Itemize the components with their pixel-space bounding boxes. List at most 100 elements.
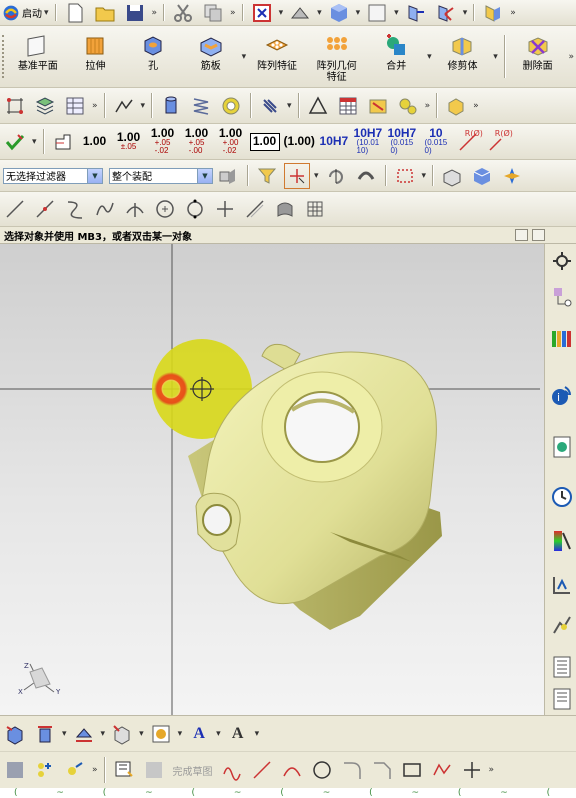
check-icon[interactable] [2, 129, 28, 155]
snap-point-icon[interactable] [284, 162, 310, 189]
extrude-button[interactable]: 拉伸 [67, 29, 125, 85]
more-sketch-icon[interactable]: » [92, 765, 98, 775]
open-folder-icon[interactable] [92, 0, 118, 26]
dim-basic[interactable]: 1.00 [249, 132, 280, 151]
visualization-button[interactable] [548, 526, 575, 556]
constraint-link-icon[interactable] [62, 757, 88, 783]
hatch-dropdown-icon[interactable]: ▾ [101, 729, 106, 739]
rectangle-dropdown-icon[interactable]: ▾ [422, 171, 427, 181]
rib-dropdown-icon[interactable]: ▾ [242, 52, 247, 62]
more-toolbar1-icon[interactable]: » [510, 8, 516, 18]
delete-face-button[interactable]: 删除面 [509, 29, 567, 85]
add-constraint-icon[interactable] [32, 757, 58, 783]
base-view-icon[interactable] [109, 721, 135, 747]
curve-dropdown-icon[interactable]: ▾ [141, 101, 146, 111]
more-row3a-icon[interactable]: » [92, 101, 98, 111]
graphics-viewport[interactable]: Z X Y [0, 244, 544, 715]
annotation-icon[interactable]: A [225, 721, 251, 747]
finish-sketch-icon[interactable] [141, 757, 167, 783]
more-row3b-icon[interactable]: » [425, 101, 431, 111]
analysis-icon[interactable] [480, 0, 506, 26]
background-dropdown-icon[interactable]: ▾ [394, 8, 399, 18]
snap-dropdown-icon[interactable]: ▾ [314, 171, 319, 181]
dimension-style-icon[interactable] [50, 129, 76, 155]
grid-icon[interactable] [302, 196, 328, 222]
status-restore-button[interactable] [532, 229, 545, 241]
history-palette-button[interactable] [548, 432, 575, 462]
part-navigator-button[interactable] [548, 324, 575, 354]
sketch-icon[interactable] [111, 757, 137, 783]
radius-dim-icon[interactable]: R(Ø) [455, 129, 483, 155]
line-icon[interactable] [2, 196, 28, 222]
dim-nominal[interactable]: 1.00 [80, 127, 110, 157]
rotate-icon[interactable] [323, 163, 349, 189]
background-icon[interactable] [364, 0, 390, 26]
check-dropdown-icon[interactable]: ▾ [32, 137, 37, 147]
resource-settings-button[interactable] [548, 246, 575, 276]
arc-icon[interactable] [62, 196, 88, 222]
sketch-arc-icon[interactable] [279, 757, 305, 783]
multi-snap-icon[interactable] [499, 163, 525, 189]
section-line-icon[interactable] [32, 721, 58, 747]
dim-bilateral[interactable]: 1.00 +.05 -.02 [148, 127, 178, 157]
dim-fit-tolerance[interactable]: 10H7 (0.015 0) [387, 127, 417, 157]
unite-button[interactable]: 合并 [367, 29, 425, 85]
trim-dropdown-icon[interactable]: ▾ [493, 52, 498, 62]
scope-dropdown-icon[interactable]: ▼ [197, 168, 212, 183]
model-view[interactable]: Z X Y [0, 244, 544, 715]
cube-dropdown-icon[interactable]: ▾ [356, 8, 361, 18]
thread-icon[interactable] [257, 93, 283, 119]
web-browser-button[interactable]: i [548, 380, 575, 410]
thread-dropdown-icon[interactable]: ▾ [287, 101, 292, 111]
filter-funnel-icon[interactable] [254, 163, 280, 189]
rib-button[interactable]: 筋板 [182, 29, 240, 85]
sheet-edit-icon[interactable] [365, 93, 391, 119]
more-row3c-icon[interactable]: » [473, 101, 479, 111]
filter-settings-icon[interactable] [215, 163, 241, 189]
text-style-icon[interactable]: A [186, 721, 212, 747]
start-dropdown-icon[interactable]: ▾ [44, 8, 49, 18]
hole-button[interactable]: 孔 [124, 29, 182, 85]
spring-icon[interactable] [188, 93, 214, 119]
dim-upper[interactable]: 1.00 +.05 -.00 [182, 127, 212, 157]
assembly-navigator-button[interactable] [548, 282, 575, 312]
sketch-circle-icon[interactable] [309, 757, 335, 783]
point-icon[interactable] [212, 196, 238, 222]
dim-limit[interactable]: 10 (0.015 0) [421, 127, 451, 157]
section-view-icon[interactable] [403, 0, 429, 26]
circle-icon[interactable] [182, 196, 208, 222]
new-file-icon[interactable] [62, 0, 88, 26]
sketch-point-icon[interactable] [459, 757, 485, 783]
line-point-icon[interactable] [32, 196, 58, 222]
table-icon[interactable] [62, 93, 88, 119]
status-minimize-button[interactable] [515, 229, 528, 241]
view-dropdown-icon[interactable]: ▾ [279, 8, 284, 18]
type-filter-select[interactable]: 无选择过滤器 ▼ [3, 167, 103, 184]
update-views-icon[interactable] [2, 721, 28, 747]
start-icon[interactable] [2, 0, 20, 26]
roles-button[interactable] [548, 610, 575, 640]
layers-icon[interactable] [32, 93, 58, 119]
dim-lower[interactable]: 1.00 +.00 -.02 [216, 127, 246, 157]
curve-tool-icon[interactable] [111, 93, 137, 119]
save-icon[interactable] [122, 0, 148, 26]
shaded-cube-icon[interactable] [326, 0, 352, 26]
unite-dropdown-icon[interactable]: ▾ [427, 52, 432, 62]
profile-icon[interactable] [219, 757, 245, 783]
radius-dim-2-icon[interactable]: R(Ø) [485, 129, 513, 155]
gears-icon[interactable] [395, 93, 421, 119]
wcs-icon[interactable] [433, 0, 459, 26]
detail-view-icon[interactable] [148, 721, 174, 747]
pattern-feature-button[interactable]: 阵列特征 [248, 29, 306, 85]
hatch-icon[interactable] [71, 721, 97, 747]
dim-fit[interactable]: 10H7 [319, 127, 349, 157]
surface-icon[interactable] [272, 196, 298, 222]
more-edit-icon[interactable]: » [230, 8, 236, 18]
system-scene-button[interactable] [548, 652, 575, 682]
bearing-icon[interactable] [218, 93, 244, 119]
scope-select[interactable]: 整个装配 ▼ [109, 167, 213, 184]
intersection-curve-icon[interactable] [122, 196, 148, 222]
body-select-icon[interactable] [469, 163, 495, 189]
more-feature-icon[interactable]: » [568, 52, 574, 62]
wcs-dropdown-icon[interactable]: ▾ [463, 8, 468, 18]
